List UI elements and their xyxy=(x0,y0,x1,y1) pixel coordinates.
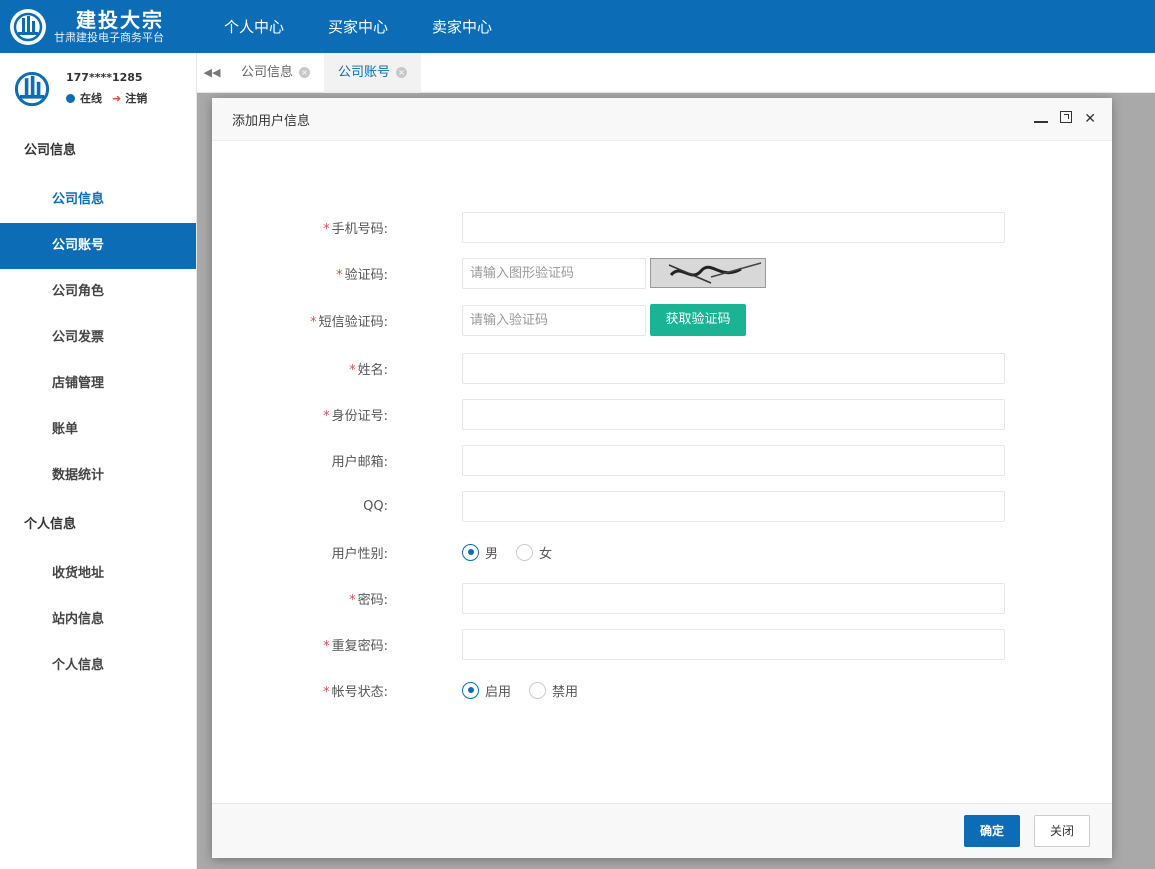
radio-checked-icon xyxy=(462,543,479,561)
sidebar-item-store-management[interactable]: 店铺管理 xyxy=(0,361,196,407)
password-input[interactable] xyxy=(462,582,1005,614)
row-idcard: * 身份证号: xyxy=(212,398,1112,430)
status-radio-group: 启用 禁用 xyxy=(462,681,596,700)
gender-radio-group: 男 女 xyxy=(462,543,570,562)
minimize-icon[interactable] xyxy=(1034,111,1049,127)
close-icon[interactable]: ✕ xyxy=(1084,111,1096,127)
password-label: 密码: xyxy=(357,592,388,608)
sidebar-item-address[interactable]: 收货地址 xyxy=(0,551,196,597)
sidebar-item-personal-info[interactable]: 个人信息 xyxy=(0,643,196,689)
captcha-image[interactable] xyxy=(650,258,766,288)
qq-label: QQ: xyxy=(363,498,388,514)
sidebar-item-statistics[interactable]: 数据统计 xyxy=(0,453,196,499)
online-status: 在线 xyxy=(80,92,102,105)
gender-female-radio[interactable]: 女 xyxy=(516,543,552,562)
row-sms: * 短信验证码: 请输入验证码 获取验证码 xyxy=(212,304,1112,336)
sidebar-item-company-info[interactable]: 公司信息 xyxy=(0,177,196,223)
logout-icon[interactable]: ➜ xyxy=(112,92,121,105)
radio-unchecked-icon xyxy=(516,543,534,561)
tab-label: 公司账号 xyxy=(338,64,391,80)
nav-buyer-center[interactable]: 买家中心 xyxy=(328,16,388,37)
top-nav: 个人中心 买家中心 卖家中心 xyxy=(224,16,536,37)
tab-close-icon[interactable]: × xyxy=(396,67,408,78)
brand-subtitle: 甘肃建投电子商务平台 xyxy=(54,30,164,44)
radio-label: 女 xyxy=(539,546,553,562)
user-phone: 177****1285 xyxy=(66,71,143,84)
name-input[interactable] xyxy=(462,352,1005,384)
brand-title: 建投大宗 xyxy=(76,7,164,32)
brand-logo[interactable]: 建投大宗 甘肃建投电子商务平台 xyxy=(0,7,197,45)
modal-header: 添加用户信息 ✕ xyxy=(212,98,1112,141)
sidebar-item-messages[interactable]: 站内信息 xyxy=(0,597,196,643)
row-phone: * 手机号码: xyxy=(212,211,1112,243)
row-password: * 密码: xyxy=(212,582,1112,614)
qq-input[interactable] xyxy=(462,490,1005,522)
sidebar-item-company-account[interactable]: 公司账号 xyxy=(0,223,196,269)
user-block: 177****1285 在线 ➜ 注销 xyxy=(0,53,196,125)
nav-seller-center[interactable]: 卖家中心 xyxy=(432,16,492,37)
status-disabled-radio[interactable]: 禁用 xyxy=(529,681,578,700)
top-bar: 建投大宗 甘肃建投电子商务平台 个人中心 买家中心 卖家中心 xyxy=(0,0,1155,53)
row-name: * 姓名: xyxy=(212,352,1112,384)
email-label: 用户邮箱: xyxy=(331,454,388,470)
row-status: * 帐号状态: 启用 禁用 xyxy=(212,674,1112,706)
sms-input[interactable]: 请输入验证码 xyxy=(462,304,646,336)
row-qq: QQ: xyxy=(212,490,1112,522)
sidebar: 177****1285 在线 ➜ 注销 公司信息 公司信息 公司账号 公司角色 … xyxy=(0,53,197,869)
radio-label: 禁用 xyxy=(552,684,579,700)
tabs-prev-icon[interactable]: ◀◀ xyxy=(197,66,227,79)
modal-title: 添加用户信息 xyxy=(232,113,311,129)
tab-company-account[interactable]: 公司账号 × xyxy=(324,52,422,93)
online-dot-icon xyxy=(66,93,75,103)
status-label: 帐号状态: xyxy=(331,684,388,700)
radio-label: 启用 xyxy=(485,684,512,700)
sidebar-item-company-role[interactable]: 公司角色 xyxy=(0,269,196,315)
tabs-bar: ◀◀ 公司信息 × 公司账号 × xyxy=(197,52,1155,93)
gender-label: 用户性别: xyxy=(331,546,388,562)
maximize-icon[interactable] xyxy=(1060,111,1073,127)
password2-label: 重复密码: xyxy=(331,638,388,654)
radio-checked-icon xyxy=(462,681,479,699)
radio-unchecked-icon xyxy=(529,681,547,699)
sms-label: 短信验证码: xyxy=(318,314,388,330)
avatar xyxy=(12,69,52,109)
logo-icon xyxy=(14,71,50,107)
captcha-label: 验证码: xyxy=(344,267,388,283)
gender-male-radio[interactable]: 男 xyxy=(462,543,498,562)
row-captcha: * 验证码: 请输入图形验证码 xyxy=(212,257,1112,289)
tab-company-info[interactable]: 公司信息 × xyxy=(227,53,324,93)
row-email: 用户邮箱: xyxy=(212,444,1112,476)
captcha-input[interactable]: 请输入图形验证码 xyxy=(462,257,646,289)
close-button[interactable]: 关闭 xyxy=(1034,815,1090,847)
menu-group-personal: 个人信息 xyxy=(24,517,77,532)
tab-close-icon[interactable]: × xyxy=(299,67,311,78)
sidebar-item-company-invoice[interactable]: 公司发票 xyxy=(0,315,196,361)
email-input[interactable] xyxy=(462,444,1005,476)
idcard-label: 身份证号: xyxy=(331,408,388,424)
row-password2: * 重复密码: xyxy=(212,628,1112,660)
name-label: 姓名: xyxy=(357,362,388,378)
get-sms-code-button[interactable]: 获取验证码 xyxy=(650,304,746,336)
phone-input[interactable] xyxy=(462,211,1005,243)
phone-label: 手机号码: xyxy=(331,221,388,237)
password2-input[interactable] xyxy=(462,628,1005,660)
sidebar-item-bills[interactable]: 账单 xyxy=(0,407,196,453)
tab-label: 公司信息 xyxy=(241,64,294,80)
add-user-modal: 添加用户信息 ✕ * 手机号码: * 验证码: 请输入图形验证码 * 短信验证码… xyxy=(212,98,1112,858)
row-gender: 用户性别: 男 女 xyxy=(212,536,1112,568)
status-enabled-radio[interactable]: 启用 xyxy=(462,681,511,700)
nav-personal-center[interactable]: 个人中心 xyxy=(224,16,284,37)
logo-icon xyxy=(10,8,46,45)
modal-footer: 确定 关闭 xyxy=(212,803,1112,858)
radio-label: 男 xyxy=(485,546,499,562)
menu-group-company: 公司信息 xyxy=(24,143,77,158)
idcard-input[interactable] xyxy=(462,398,1005,430)
logout-link[interactable]: 注销 xyxy=(125,90,147,106)
confirm-button[interactable]: 确定 xyxy=(964,815,1020,847)
